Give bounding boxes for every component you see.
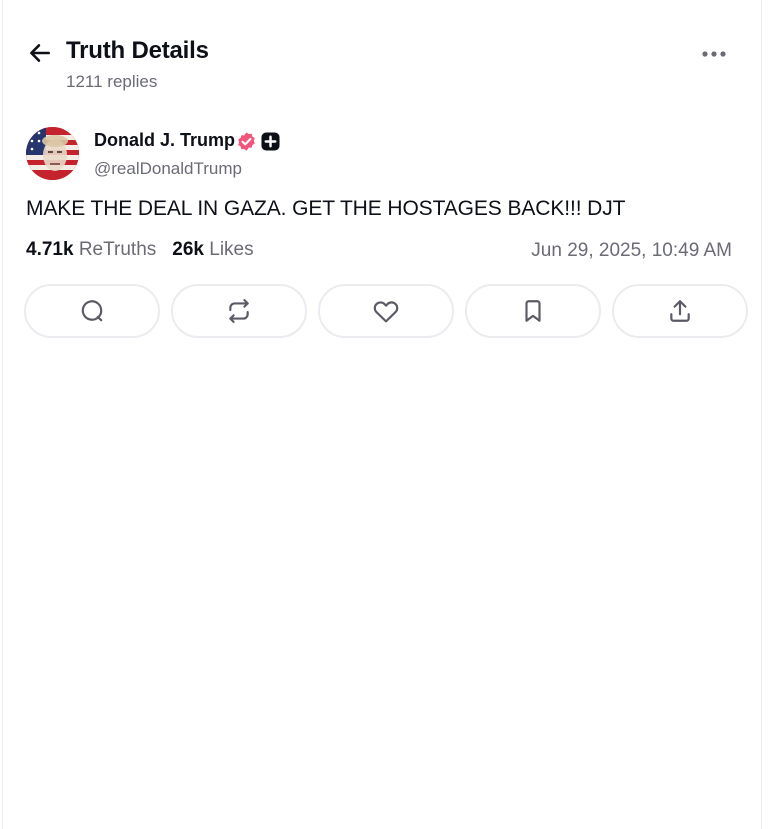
author-handle[interactable]: @realDonaldTrump bbox=[94, 159, 242, 179]
bookmark-button[interactable] bbox=[465, 284, 601, 338]
action-bar bbox=[24, 284, 748, 338]
arrow-left-icon bbox=[30, 44, 50, 62]
more-options-button[interactable] bbox=[697, 40, 731, 68]
plus-badge-icon bbox=[261, 132, 280, 151]
heart-icon bbox=[373, 301, 399, 323]
back-button[interactable] bbox=[25, 38, 55, 68]
page-title: Truth Details bbox=[66, 37, 209, 64]
share-button[interactable] bbox=[612, 284, 748, 338]
more-horizontal-icon bbox=[702, 51, 726, 57]
likes-stat[interactable]: 26k Likes bbox=[172, 239, 253, 261]
author-name[interactable]: Donald J. Trump bbox=[94, 130, 235, 151]
retruths-label: ReTruths bbox=[78, 239, 157, 260]
likes-label: Likes bbox=[209, 239, 254, 260]
like-button[interactable] bbox=[318, 284, 454, 338]
avatar[interactable] bbox=[26, 127, 79, 180]
bookmark-icon bbox=[525, 300, 541, 322]
post-text: MAKE THE DEAL IN GAZA. GET THE HOSTAGES … bbox=[26, 197, 626, 220]
replies-count: 1211 replies bbox=[66, 72, 158, 91]
page-container: Truth Details 1211 replies Donald J. Tru… bbox=[2, 0, 762, 829]
share-icon bbox=[670, 300, 690, 322]
post-timestamp: Jun 29, 2025, 10:49 AM bbox=[531, 240, 732, 261]
post-stats: 4.71k ReTruths 26k Likes bbox=[26, 239, 254, 261]
reply-icon bbox=[81, 300, 103, 322]
verified-badge-icon bbox=[238, 132, 255, 151]
likes-count: 26k bbox=[172, 239, 204, 260]
reply-button[interactable] bbox=[24, 284, 160, 338]
retruths-count: 4.71k bbox=[26, 239, 74, 260]
retruth-icon bbox=[229, 299, 249, 323]
avatar-image bbox=[26, 127, 79, 180]
retruth-button[interactable] bbox=[171, 284, 307, 338]
retruths-stat[interactable]: 4.71k ReTruths bbox=[26, 239, 156, 261]
